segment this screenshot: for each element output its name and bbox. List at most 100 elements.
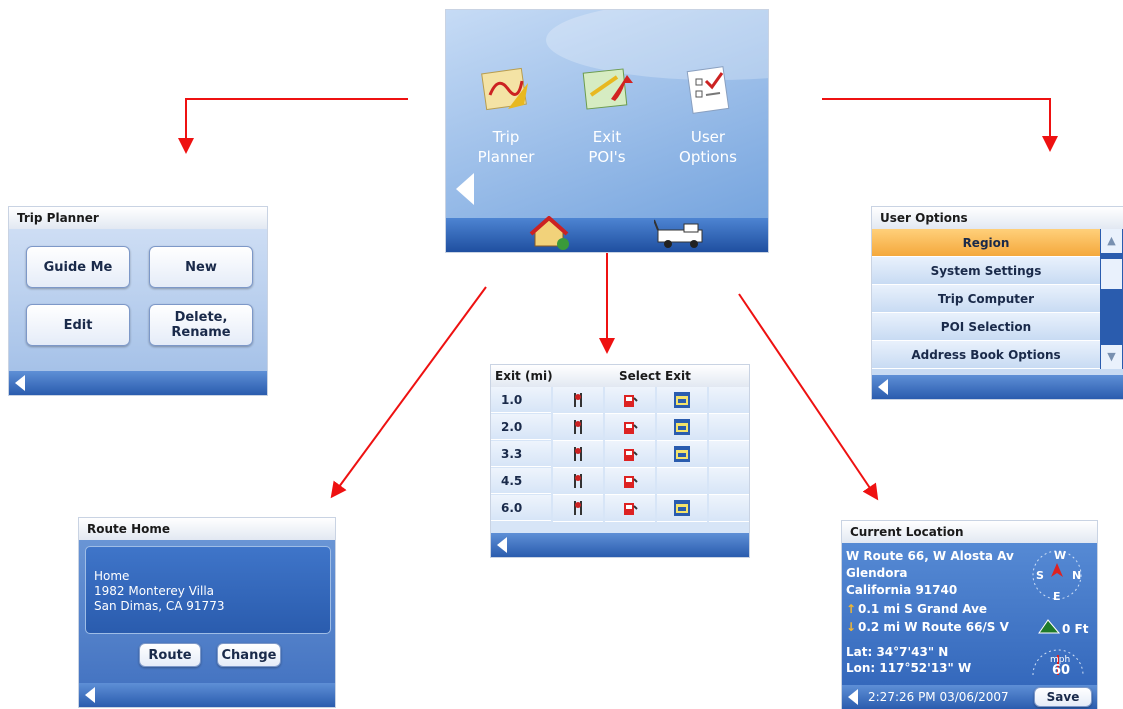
arrow-to-trip-planner [178, 98, 408, 154]
option-region[interactable]: Region [872, 229, 1100, 257]
exit-poi-cell[interactable] [605, 441, 655, 468]
option-system-settings[interactable]: System Settings [872, 257, 1100, 285]
next-street-1: 0.1 mi S Grand Ave [858, 602, 988, 616]
up-arrow-icon: ↑ [846, 602, 857, 616]
lodging-icon [674, 500, 690, 516]
food-icon [574, 474, 582, 488]
svg-text:N: N [1072, 569, 1081, 582]
back-button[interactable] [878, 379, 888, 395]
next-street-2: 0.2 mi W Route 66/S V [858, 620, 1009, 634]
main-menu-screen: Trip Planner Exit POI's User Options [446, 10, 768, 252]
exit-mile: 6.0 [491, 495, 551, 521]
elevation-icon [1038, 619, 1060, 634]
new-button[interactable]: New [149, 246, 253, 288]
user-options-screen: User Options Region System Settings Trip… [872, 207, 1123, 399]
lodging-icon [674, 419, 690, 435]
exit-row-filler [709, 414, 749, 441]
checklist-icon [686, 66, 730, 114]
delete-rename-button[interactable]: Delete, Rename [149, 304, 253, 346]
route-button[interactable]: Route [139, 643, 201, 667]
exit-row-filler [709, 468, 749, 495]
back-button[interactable] [85, 687, 95, 703]
location-line-2: Glendora [846, 566, 908, 580]
home-icon[interactable] [529, 216, 573, 250]
exit-poi-cell[interactable] [553, 387, 603, 414]
svg-text:W: W [1054, 549, 1066, 562]
current-location-screen: Current Location W Route 66, W Alosta Av… [842, 521, 1097, 709]
gas-pump-icon [624, 476, 638, 488]
exit-mile: 4.5 [491, 468, 551, 494]
exit-poi-cell[interactable] [553, 441, 603, 468]
exit-row[interactable]: 3.3 [491, 441, 749, 468]
guide-me-button[interactable]: Guide Me [26, 246, 130, 288]
exit-poi-cell[interactable] [657, 387, 707, 414]
route-home-title: Route Home [79, 518, 335, 540]
exit-poi-cell[interactable] [553, 495, 603, 522]
user-options-button[interactable]: User Options [668, 65, 748, 175]
option-address-book[interactable]: Address Book Options [872, 341, 1100, 369]
svg-text:S: S [1036, 569, 1044, 582]
back-button[interactable] [497, 537, 507, 553]
bottom-bar [872, 375, 1123, 399]
exit-poi-cell[interactable] [657, 468, 707, 495]
edit-button[interactable]: Edit [26, 304, 130, 346]
back-button[interactable] [456, 173, 474, 205]
svg-text:E: E [1053, 590, 1061, 603]
gas-pump-icon [624, 422, 638, 434]
arrow-to-route-home [330, 286, 487, 499]
exit-poi-cell[interactable] [657, 414, 707, 441]
food-icon [574, 393, 582, 407]
exit-poi-label: Exit POI's [588, 128, 626, 166]
back-button[interactable] [15, 375, 25, 391]
user-options-label: User Options [679, 128, 737, 166]
main-menu-bottom-bar [446, 218, 768, 252]
longitude: Lon: 117°52'13" W [846, 661, 972, 675]
scroll-thumb[interactable] [1101, 259, 1122, 289]
scrollbar[interactable]: ▲ ▼ [1100, 229, 1123, 369]
option-poi-selection[interactable]: POI Selection [872, 313, 1100, 341]
date-time: 2:27:26 PM 03/06/2007 [868, 690, 1009, 704]
current-location-title: Current Location [842, 521, 1097, 543]
exit-poi-cell[interactable] [657, 441, 707, 468]
exit-poi-cell[interactable] [657, 495, 707, 522]
food-icon [574, 447, 582, 461]
select-exit-header: Select Exit [619, 369, 691, 383]
exit-mile: 1.0 [491, 387, 551, 413]
exit-poi-cell[interactable] [553, 414, 603, 441]
bottom-bar [79, 683, 335, 707]
exit-poi-cell[interactable] [605, 495, 655, 522]
trip-planner-icon [481, 67, 528, 111]
exit-poi-cell[interactable] [553, 468, 603, 495]
scroll-down-icon[interactable]: ▼ [1101, 345, 1122, 369]
food-icon [574, 501, 582, 515]
address-card: Home 1982 Monterey Villa San Dimas, CA 9… [85, 546, 331, 634]
trip-planner-button[interactable]: Trip Planner [466, 65, 546, 175]
elevation: 0 Ft [1062, 622, 1089, 636]
exit-poi-cell[interactable] [605, 468, 655, 495]
latitude: Lat: 34°7'43" N [846, 645, 949, 659]
exit-poi-cell[interactable] [605, 387, 655, 414]
exit-poi-header: Exit (mi) Select Exit [491, 365, 749, 387]
tow-truck-icon[interactable] [654, 218, 710, 248]
exit-row[interactable]: 2.0 [491, 414, 749, 441]
trip-planner-screen: Trip Planner Guide Me New Edit Delete, R… [9, 207, 267, 395]
exit-mi-header: Exit (mi) [495, 369, 553, 383]
scroll-up-icon[interactable]: ▲ [1101, 229, 1122, 253]
exit-poi-icon [582, 68, 633, 110]
exit-row-filler [709, 495, 749, 522]
speed: 60 [1052, 663, 1071, 678]
save-button[interactable]: Save [1034, 687, 1092, 707]
exit-poi-button[interactable]: Exit POI's [567, 65, 647, 175]
arrow-to-current-location [738, 293, 879, 501]
home-name: Home [94, 569, 130, 583]
address-line-1: 1982 Monterey Villa [94, 584, 215, 598]
exit-poi-cell[interactable] [605, 414, 655, 441]
address-line-2: San Dimas, CA 91773 [94, 599, 225, 613]
exit-row[interactable]: 6.0 [491, 495, 749, 522]
option-trip-computer[interactable]: Trip Computer [872, 285, 1100, 313]
exit-row[interactable]: 4.5 [491, 468, 749, 495]
exit-mile: 2.0 [491, 414, 551, 440]
back-button[interactable] [848, 689, 858, 705]
exit-row[interactable]: 1.0 [491, 387, 749, 414]
change-button[interactable]: Change [217, 643, 281, 667]
